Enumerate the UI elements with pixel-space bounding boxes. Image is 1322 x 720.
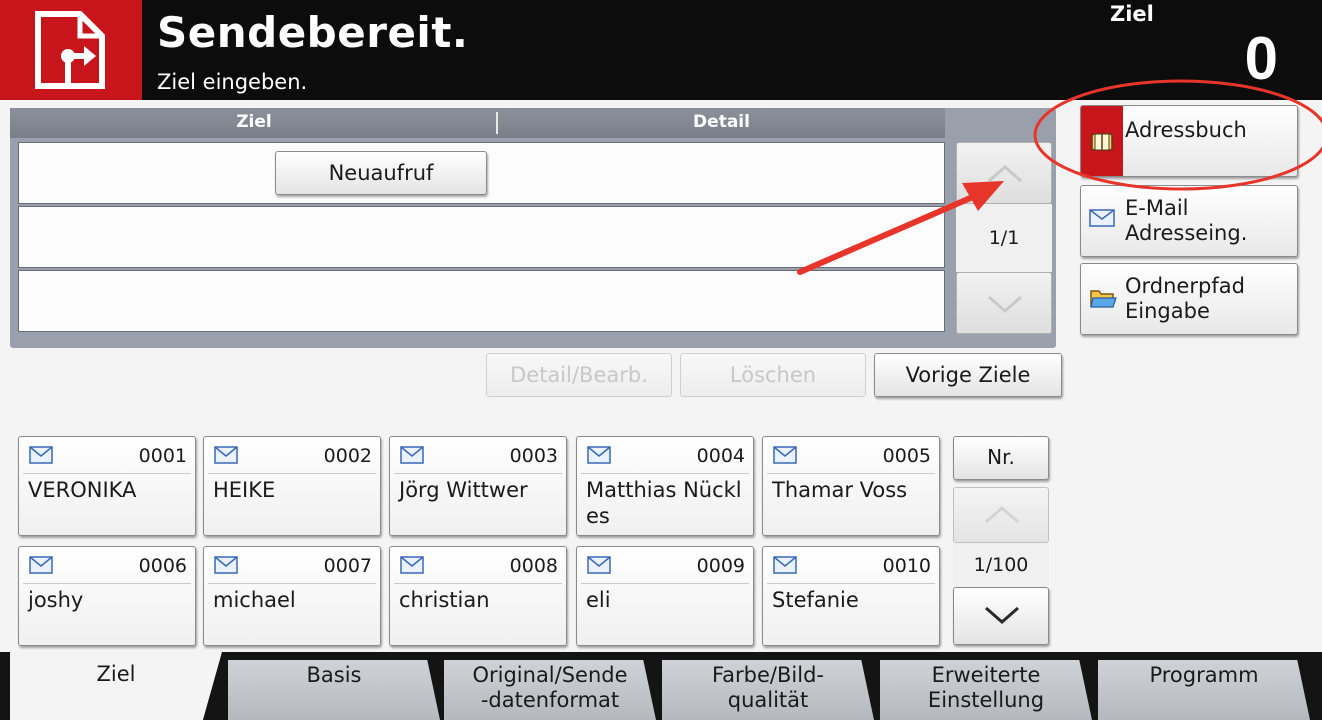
contact-number: 0005 <box>882 445 931 467</box>
contact-name: Thamar Voss <box>772 478 908 502</box>
destination-row[interactable]: Neuaufruf <box>18 142 945 204</box>
contact-number: 0002 <box>323 445 372 467</box>
envelope-icon <box>773 556 797 574</box>
previous-destinations-button[interactable]: Vorige Ziele <box>874 353 1062 397</box>
tab-1[interactable]: Ziel <box>10 652 222 720</box>
email-address-entry-label: E-Mail Adresseing. <box>1125 196 1248 245</box>
chevron-up-icon <box>988 165 1022 183</box>
column-header-ziel: Ziel <box>236 112 272 132</box>
contact-number: 0007 <box>323 555 372 577</box>
tile-divider <box>23 583 191 584</box>
delete-button[interactable]: Löschen <box>680 353 866 397</box>
contact-tile[interactable]: 0006 joshy <box>18 546 196 646</box>
tab-5[interactable]: Erweiterte Einstellung <box>880 660 1092 720</box>
address-scroll-up-button[interactable] <box>953 487 1049 543</box>
contact-name: VERONIKA <box>28 478 137 502</box>
contact-number: 0004 <box>696 445 745 467</box>
contact-tile[interactable]: 0008 christian <box>389 546 567 646</box>
tab-4[interactable]: Farbe/Bild- qualität <box>662 660 874 720</box>
chevron-down-icon <box>985 606 1019 624</box>
contact-name: Jörg Wittwer <box>399 478 528 502</box>
address-list-scrollbar: 1/100 <box>953 487 1049 647</box>
destination-page-indicator: 1/1 <box>956 204 1052 272</box>
contact-tile[interactable]: 0004 Matthias Nückles <box>576 436 754 536</box>
contact-number: 0010 <box>882 555 931 577</box>
contact-name: christian <box>399 588 490 612</box>
sort-by-number-button[interactable]: Nr. <box>953 436 1049 480</box>
contact-tile[interactable]: 0003 Jörg Wittwer <box>389 436 567 536</box>
contact-name: michael <box>213 588 296 612</box>
contact-name: joshy <box>28 588 84 612</box>
address-scroll-down-button[interactable] <box>953 587 1049 645</box>
tile-divider <box>208 473 376 474</box>
contact-tile[interactable]: 0007 michael <box>203 546 381 646</box>
status-header: Sendebereit. Ziel eingeben. Ziel 0 <box>0 0 1322 100</box>
chevron-down-icon <box>988 295 1022 313</box>
destination-scroll-down-button[interactable] <box>956 272 1052 334</box>
envelope-icon <box>29 446 53 464</box>
tile-divider <box>23 473 191 474</box>
contact-tile[interactable]: 0001 VERONIKA <box>18 436 196 536</box>
page-title: Sendebereit. <box>157 8 469 57</box>
tile-divider <box>767 583 935 584</box>
folder-path-entry-label: Ordnerpfad Eingabe <box>1125 274 1245 323</box>
email-address-entry-button[interactable]: E-Mail Adresseing. <box>1080 185 1298 257</box>
destination-scroll-up-button[interactable] <box>956 142 1052 204</box>
contact-number: 0003 <box>509 445 558 467</box>
destination-scrollbar: 1/1 <box>956 142 1052 334</box>
contact-tile[interactable]: 0009 eli <box>576 546 754 646</box>
tile-divider <box>208 583 376 584</box>
contact-name: eli <box>586 588 611 612</box>
destination-count: 0 <box>1244 25 1278 92</box>
chevron-up-icon <box>985 506 1019 524</box>
address-page-indicator: 1/100 <box>953 543 1049 587</box>
contact-number: 0008 <box>509 555 558 577</box>
contact-name: HEIKE <box>213 478 276 502</box>
addressbook-label: Adressbuch <box>1125 118 1247 142</box>
tile-divider <box>581 473 749 474</box>
envelope-icon <box>400 446 424 464</box>
envelope-icon <box>587 556 611 574</box>
tile-divider <box>767 473 935 474</box>
contact-name: Stefanie <box>772 588 859 612</box>
envelope-icon <box>773 446 797 464</box>
tile-divider <box>581 583 749 584</box>
tab-2[interactable]: Basis <box>228 660 440 720</box>
destination-count-label: Ziel <box>1110 2 1154 26</box>
contact-number: 0006 <box>138 555 187 577</box>
contact-number: 0001 <box>138 445 187 467</box>
destination-list-panel: Ziel Detail Neuaufruf 1/1 <box>10 108 1056 348</box>
envelope-icon <box>29 556 53 574</box>
destination-list-header: Ziel Detail <box>10 108 945 138</box>
addressbook-button[interactable]: Adressbuch <box>1080 105 1298 177</box>
envelope-icon <box>214 446 238 464</box>
detail-edit-button[interactable]: Detail/Bearb. <box>486 353 672 397</box>
folder-path-entry-button[interactable]: Ordnerpfad Eingabe <box>1080 263 1298 335</box>
envelope-icon <box>400 556 424 574</box>
tab-3[interactable]: Original/Sende -datenformat <box>444 660 656 720</box>
envelope-icon <box>587 446 611 464</box>
contact-tile[interactable]: 0002 HEIKE <box>203 436 381 536</box>
envelope-icon <box>1089 209 1115 227</box>
destination-row[interactable] <box>18 206 945 268</box>
destination-row[interactable] <box>18 270 945 332</box>
book-icon <box>1091 133 1113 151</box>
contact-tile[interactable]: 0010 Stefanie <box>762 546 940 646</box>
contact-name: Matthias Nückles <box>586 478 742 528</box>
tile-divider <box>394 583 562 584</box>
recall-button[interactable]: Neuaufruf <box>275 151 487 195</box>
page-subtitle: Ziel eingeben. <box>157 70 308 94</box>
folder-icon <box>1090 290 1117 308</box>
tab-6[interactable]: Programm <box>1098 660 1310 720</box>
contact-tile[interactable]: 0005 Thamar Voss <box>762 436 940 536</box>
column-header-detail: Detail <box>693 112 750 132</box>
envelope-icon <box>214 556 238 574</box>
contact-number: 0009 <box>696 555 745 577</box>
tile-divider <box>394 473 562 474</box>
send-mode-icon <box>0 0 142 100</box>
